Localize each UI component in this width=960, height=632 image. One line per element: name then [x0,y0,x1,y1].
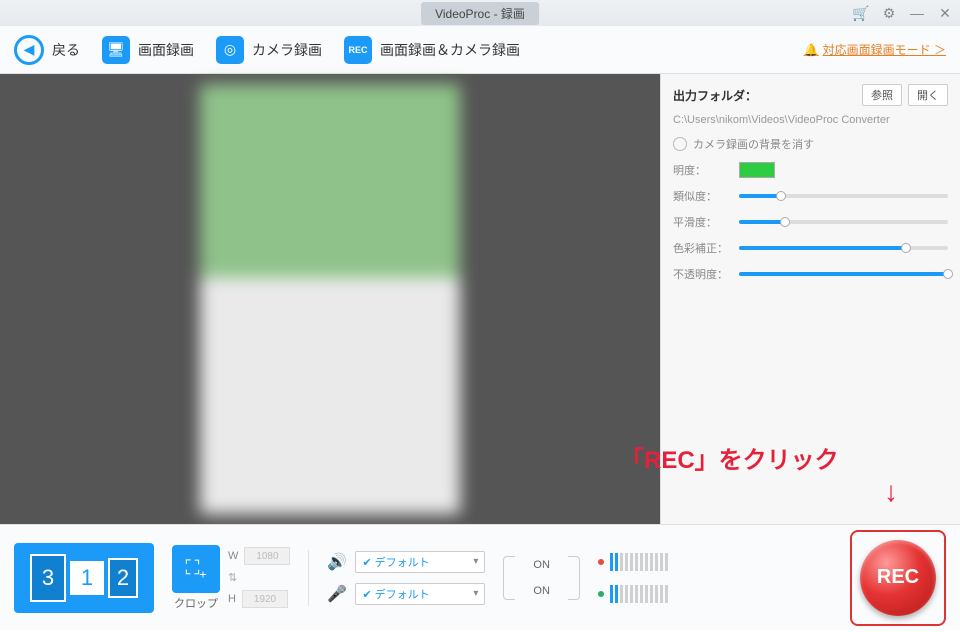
speaker-select[interactable]: ✔ デフォルト ▾ [355,551,485,573]
rec-button-highlight: REC [850,530,946,626]
bottom-bar: 3 1 2 ⛶₊ クロップ W ⇅ H 🔊 [0,524,960,630]
opacity-slider[interactable] [739,272,948,276]
speaker-icon: 🔊 [327,552,347,572]
screen-record-label: 画面録画 [138,40,194,60]
window-title: VideoProc - 録画 [421,2,539,25]
speaker-select-label: デフォルト [375,557,430,569]
output-path: C:\Users\nikom\Videos\VideoProc Converte… [673,114,948,126]
smoothness-label: 平滑度： [673,214,729,230]
brightness-color-swatch[interactable] [739,162,775,178]
brightness-label: 明度： [673,162,729,178]
height-label: H [228,593,236,605]
monitor-1[interactable]: 1 [70,561,104,595]
monitor-3[interactable]: 3 [30,554,66,602]
crop-label: クロップ [174,595,218,611]
chevron-down-icon: ▾ [473,556,478,567]
open-button[interactable]: 開く [908,84,948,106]
mic-select-label: デフォルト [375,589,430,601]
opacity-label: 不透明度： [673,266,729,282]
back-button[interactable]: ◀ 戻る [14,35,80,65]
width-label: W [228,550,238,562]
output-folder-label: 出力フォルダ： [673,87,757,104]
mic-meter [598,585,668,603]
bracket-right [568,556,580,600]
height-input[interactable] [242,590,288,608]
checkbox-icon [673,137,687,151]
back-label: 戻る [52,40,80,60]
cart-icon[interactable]: 🛒 [852,4,870,22]
similarity-label: 類似度： [673,188,729,204]
mic-on-toggle[interactable]: ON [533,585,550,597]
annotation-arrow: ↓ [884,476,898,508]
divider [308,550,309,606]
back-arrow-icon: ◀ [14,35,44,65]
speaker-on-toggle[interactable]: ON [533,559,550,571]
titlebar-controls: 🛒 ⚙ — ✕ [852,4,954,22]
camera-icon: ◎ [216,36,244,64]
record-mode-link[interactable]: 🔔 対応画面録画モード ＞ [804,41,946,58]
screen-record-tab[interactable]: 🖥 画面録画 [102,36,194,64]
screen-camera-record-tab[interactable]: REC 画面録画＆カメラ録画 [344,36,520,64]
record-mode-link-label: 対応画面録画モード ＞ [823,41,946,58]
toolbar: ◀ 戻る 🖥 画面録画 ◎ カメラ録画 REC 画面録画＆カメラ録画 🔔 対応画… [0,26,960,74]
monitor-selector[interactable]: 3 1 2 [14,543,154,613]
chevron-down-icon: ▾ [473,588,478,599]
rec-badge-icon: REC [344,36,372,64]
preview-blur-content [200,84,460,514]
preview-panel [0,74,660,524]
width-input[interactable] [244,547,290,565]
camera-record-tab[interactable]: ◎ カメラ録画 [216,36,322,64]
bell-icon: 🔔 [804,43,819,57]
close-icon[interactable]: ✕ [936,4,954,22]
minimize-icon[interactable]: — [908,4,926,22]
rec-button-label: REC [877,566,919,589]
rec-button[interactable]: REC [860,540,936,616]
similarity-slider[interactable] [739,194,948,198]
red-dot-icon [598,559,604,565]
monitor-2[interactable]: 2 [108,558,138,598]
monitor-icon: 🖥 [102,36,130,64]
color-correct-slider[interactable] [739,246,948,250]
annotation-text: 「REC」をクリック [620,440,839,475]
screen-camera-record-label: 画面録画＆カメラ録画 [380,40,520,60]
gear-icon[interactable]: ⚙ [880,4,898,22]
link-icon[interactable]: ⇅ [228,571,240,584]
erase-bg-label: カメラ録画の背景を消す [693,136,814,152]
bracket-left [503,556,515,600]
erase-bg-checkbox[interactable]: カメラ録画の背景を消す [673,136,948,152]
titlebar: VideoProc - 録画 🛒 ⚙ — ✕ [0,0,960,26]
speaker-meter [598,553,668,571]
color-correct-label: 色彩補正： [673,240,729,256]
browse-button[interactable]: 参照 [862,84,902,106]
green-dot-icon [598,591,604,597]
camera-record-label: カメラ録画 [252,40,322,60]
smoothness-slider[interactable] [739,220,948,224]
audio-group: 🔊 ✔ デフォルト ▾ 🎤 ✔ デフォルト ▾ [327,551,485,605]
level-meters [598,553,668,603]
crop-button[interactable]: ⛶₊ [172,545,220,593]
microphone-icon: 🎤 [327,584,347,604]
mic-select[interactable]: ✔ デフォルト ▾ [355,583,485,605]
